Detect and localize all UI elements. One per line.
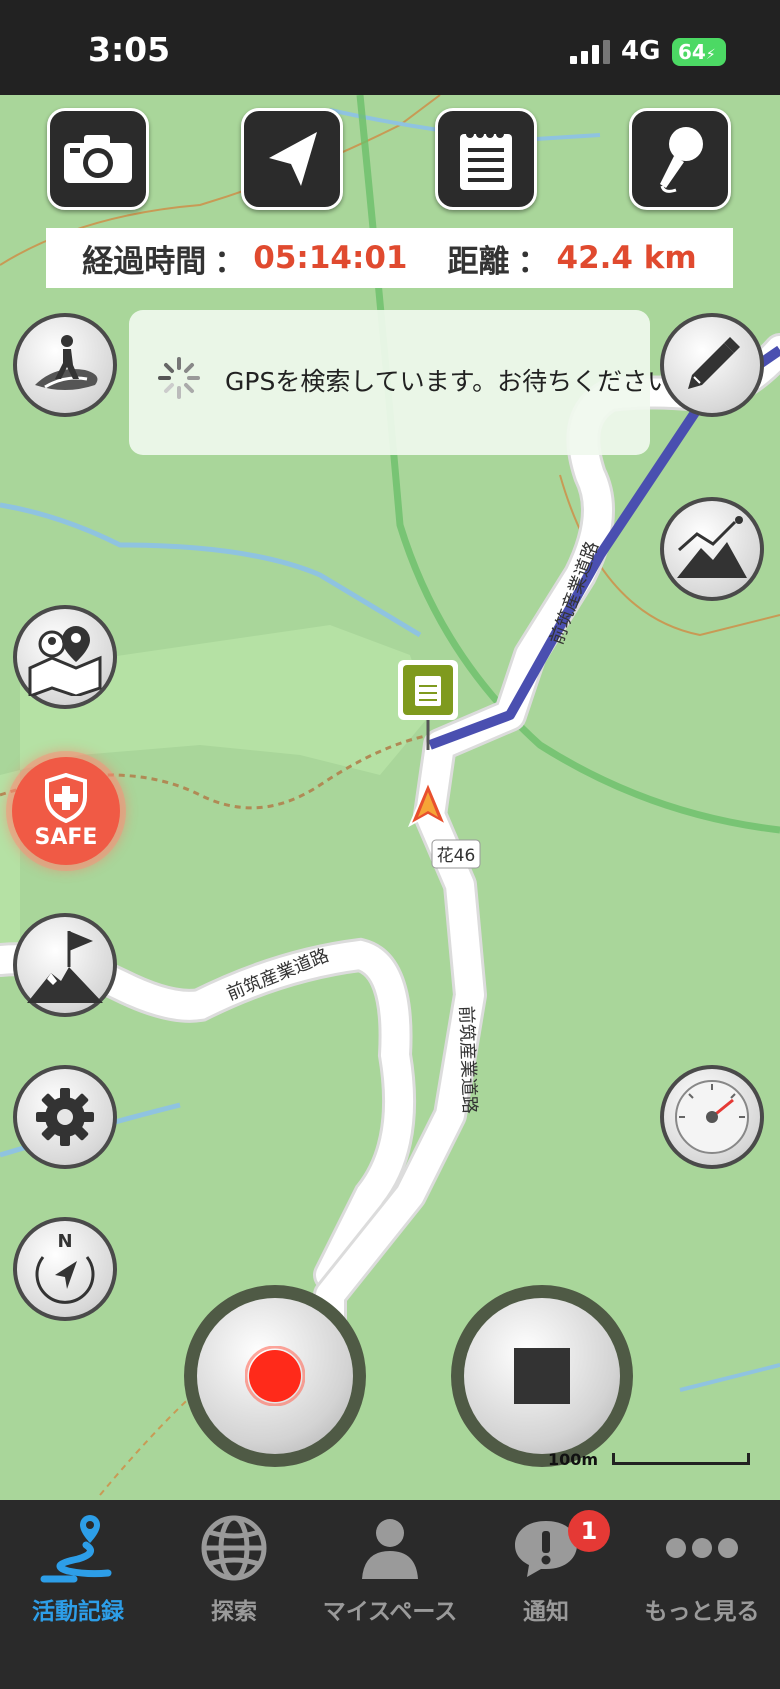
settings-button[interactable] — [13, 1065, 117, 1169]
battery-level: 64 — [678, 40, 706, 64]
mountain-flag-icon — [27, 931, 103, 1003]
bottom-tab-bar: 活動記録 探索 マイスペース 通知 もっと見る — [0, 1500, 780, 1689]
microphone-button[interactable] — [629, 108, 731, 210]
map-view[interactable]: 花46 前筑産業道路 前筑産業道路 前筑産業道路 経過時間 ： 05:14:01… — [0, 95, 780, 1500]
elapsed-time-value: 05:14:01 — [253, 240, 408, 276]
network-type: 4G — [621, 36, 661, 66]
separator: ： — [517, 243, 549, 280]
summit-button[interactable] — [13, 913, 117, 1017]
tab-activity-record[interactable]: 活動記録 — [0, 1500, 156, 1630]
stop-button[interactable] — [451, 1285, 633, 1467]
tab-more[interactable]: もっと見る — [624, 1500, 780, 1630]
map-scale-bar — [612, 1453, 750, 1465]
tab-label: マイスペース — [322, 1599, 458, 1625]
tab-label: 探索 — [211, 1599, 257, 1625]
edit-button[interactable] — [660, 313, 764, 417]
safe-button[interactable]: SAFE — [12, 757, 120, 865]
notepad-button[interactable] — [435, 108, 537, 210]
navigation-arrow-icon — [269, 132, 317, 186]
hiker-icon — [35, 335, 98, 390]
elevation-graph-icon — [677, 516, 747, 578]
navigation-button[interactable] — [241, 108, 343, 210]
gps-message: GPSを検索しています。お待ちください — [225, 367, 673, 396]
stats-bar: 経過時間 ： 05:14:01 距離 ： 42.4 km — [46, 228, 733, 288]
speedometer-icon — [675, 1080, 749, 1154]
stop-square-icon — [514, 1348, 570, 1404]
route-number-text: 花46 — [437, 846, 476, 866]
notepad-icon — [460, 130, 512, 190]
elapsed-time-label: 経過時間 — [82, 243, 207, 280]
globe-icon — [201, 1515, 267, 1581]
activity-route-icon — [40, 1515, 112, 1583]
record-dot-icon — [245, 1346, 305, 1406]
distance-label: 距離 — [447, 243, 510, 280]
map-scale-label: 100m — [548, 1450, 599, 1469]
tab-label: もっと見る — [644, 1599, 760, 1625]
loading-spinner-icon — [158, 357, 200, 399]
road-label: 前筑産業道路 — [455, 1005, 480, 1114]
speedometer-button[interactable] — [660, 1065, 764, 1169]
status-bar: 3:05 4G 64⚡ — [0, 0, 780, 95]
record-button[interactable] — [184, 1285, 366, 1467]
svg-text:N: N — [57, 1231, 72, 1252]
more-dots-icon — [666, 1538, 738, 1558]
elevation-chart-button[interactable] — [660, 497, 764, 601]
status-time: 3:05 — [88, 30, 171, 69]
friends-location-button[interactable] — [13, 605, 117, 709]
record-button-face — [197, 1298, 353, 1454]
pencil-icon — [688, 337, 740, 389]
shield-plus-icon — [45, 772, 87, 823]
camera-icon — [64, 135, 132, 183]
tab-my-space[interactable]: マイスペース — [312, 1500, 468, 1630]
microphone-icon — [660, 127, 703, 193]
battery-indicator: 64⚡ — [672, 38, 726, 66]
compass-button[interactable]: N — [13, 1217, 117, 1321]
stop-button-face — [464, 1298, 620, 1454]
tab-explore[interactable]: 探索 — [156, 1500, 312, 1630]
tab-label: 通知 — [523, 1599, 569, 1625]
hiking-mode-button[interactable] — [13, 313, 117, 417]
gear-icon — [36, 1088, 94, 1146]
tab-label: 活動記録 — [32, 1599, 124, 1625]
river — [679, 1363, 780, 1392]
signal-icon — [570, 40, 610, 64]
camera-button[interactable] — [47, 108, 149, 210]
map-people-icon — [28, 626, 102, 696]
notification-badge: 1 — [568, 1510, 610, 1552]
distance-value: 42.4 km — [556, 240, 697, 276]
person-icon — [362, 1519, 418, 1579]
compass-icon: N — [35, 1231, 95, 1304]
safe-label: SAFE — [34, 824, 98, 850]
gps-toast: GPSを検索しています。お待ちください — [129, 310, 672, 455]
separator: ： — [214, 243, 246, 280]
